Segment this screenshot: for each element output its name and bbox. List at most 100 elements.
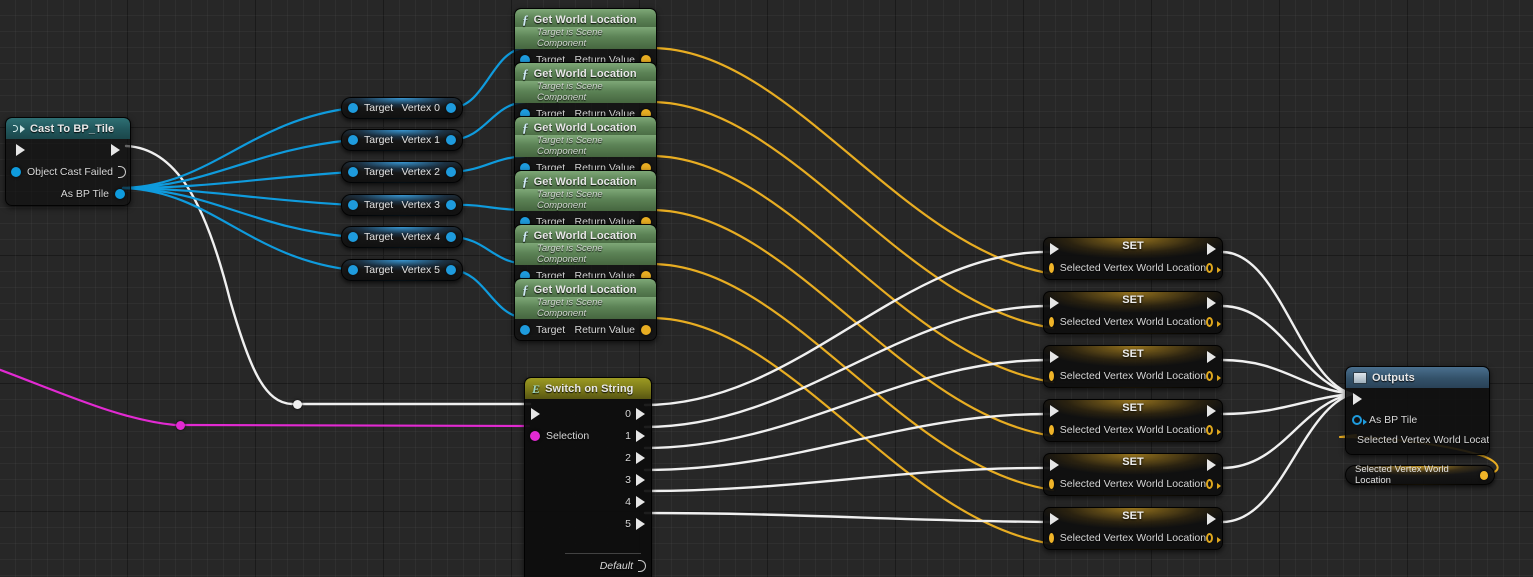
set-4-exec-in-pin[interactable] <box>1050 458 1059 471</box>
cast-exec-row <box>6 139 130 161</box>
set-1-exec-in-pin[interactable] <box>1050 296 1059 309</box>
node-set-1[interactable]: SET Selected Vertex World Location <box>1043 291 1223 334</box>
vertex-1-output-pin[interactable] <box>446 135 456 145</box>
outputs-selected-vertex-row: Selected Vertex World Location <box>1346 430 1489 454</box>
set-5-exec-in-pin[interactable] <box>1050 512 1059 525</box>
set-1-value-in-pin[interactable] <box>1049 317 1054 327</box>
vertex-3-target-pin[interactable] <box>348 200 358 210</box>
cast-failed-exec-pin[interactable] <box>118 166 126 178</box>
vertex-0-target-pin[interactable] <box>348 103 358 113</box>
outputs-exec-in-pin[interactable] <box>1353 393 1362 405</box>
reroute-node-string[interactable] <box>176 421 185 430</box>
node-cast-to-bp-tile[interactable]: Cast To BP_Tile Object Cast Failed As BP… <box>5 117 131 206</box>
set-2-value-in-pin[interactable] <box>1049 371 1054 381</box>
cast-output-row: As BP Tile <box>6 183 130 205</box>
switch-case-0-pin[interactable] <box>636 408 645 420</box>
vertex-5-output-pin[interactable] <box>446 265 456 275</box>
gwl-0-title: Get World Location <box>533 13 637 26</box>
set-0-exec-out-pin[interactable] <box>1207 242 1216 255</box>
switch-case-3-pin[interactable] <box>636 474 645 486</box>
function-icon: ƒ <box>522 174 529 189</box>
exec-out-icon[interactable] <box>111 144 120 156</box>
node-set-0[interactable]: SET Selected Vertex World Location <box>1043 237 1223 280</box>
node-vertex-0[interactable]: Target Vertex 0 <box>341 97 463 119</box>
switch-case-2-label: 2 <box>625 452 631 464</box>
switch-icon: Ε <box>532 381 541 396</box>
blueprint-graph-canvas[interactable]: Cast To BP_Tile Object Cast Failed As BP… <box>0 0 1533 577</box>
node-set-4[interactable]: SET Selected Vertex World Location <box>1043 453 1223 496</box>
vertex-0-output-label: Vertex 0 <box>401 102 440 114</box>
set-1-exec-out-pin[interactable] <box>1207 296 1216 309</box>
set-4-value-row: Selected Vertex World Location <box>1044 473 1222 495</box>
set-3-value-out-pin[interactable] <box>1206 425 1221 435</box>
switch-default-pin[interactable] <box>638 560 646 572</box>
exec-in-icon[interactable] <box>16 144 25 156</box>
set-3-value-in-pin[interactable] <box>1049 425 1054 435</box>
switch-case-1-pin[interactable] <box>636 430 645 442</box>
set-2-value-out-pin[interactable] <box>1206 371 1221 381</box>
switch-default-row: Default <box>525 556 651 576</box>
node-variable-get-selected-vertex-world-location[interactable]: Selected Vertex World Location <box>1345 464 1495 486</box>
set-4-exec-out-pin[interactable] <box>1207 458 1216 471</box>
node-vertex-2[interactable]: Target Vertex 2 <box>341 161 463 183</box>
set-5-exec-out-pin[interactable] <box>1207 512 1216 525</box>
gwl-1-title: Get World Location <box>533 67 637 80</box>
node-set-5[interactable]: SET Selected Vertex World Location <box>1043 507 1223 550</box>
set-4-value-out-pin[interactable] <box>1206 479 1221 489</box>
switch-case-4-pin[interactable] <box>636 496 645 508</box>
set-0-value-in-pin[interactable] <box>1049 263 1054 273</box>
set-0-exec-in-pin[interactable] <box>1050 242 1059 255</box>
vertex-4-target-pin[interactable] <box>348 232 358 242</box>
set-5-value-out-pin[interactable] <box>1206 533 1221 543</box>
cast-failed-label: Cast Failed <box>59 166 113 178</box>
node-set-3[interactable]: SET Selected Vertex World Location <box>1043 399 1223 442</box>
switch-case-5-label: 5 <box>625 518 631 530</box>
node-vertex-1[interactable]: Target Vertex 1 <box>341 129 463 151</box>
node-vertex-5[interactable]: Target Vertex 5 <box>341 259 463 281</box>
node-vertex-4[interactable]: Target Vertex 4 <box>341 226 463 248</box>
switch-case-2-pin[interactable] <box>636 452 645 464</box>
as-bp-tile-output-pin[interactable] <box>115 189 125 199</box>
gwl-4-subtitle: Target is Scene Component <box>515 243 656 265</box>
gwl-5-pin-row: Target Return Value <box>515 319 656 340</box>
set-4-value-in-pin[interactable] <box>1049 479 1054 489</box>
set-0-value-row: Selected Vertex World Location <box>1044 257 1222 279</box>
selection-input-pin[interactable] <box>530 431 540 441</box>
gwl-5-return-pin[interactable] <box>641 324 651 335</box>
set-3-exec-out-pin[interactable] <box>1207 404 1216 417</box>
outputs-selected-vertex-label: Selected Vertex World Location <box>1357 434 1490 446</box>
variable-get-output-pin[interactable] <box>1479 470 1488 480</box>
vertex-1-target-pin[interactable] <box>348 135 358 145</box>
set-5-variable-label: Selected Vertex World Location <box>1059 532 1207 544</box>
set-2-exec-out-pin[interactable] <box>1207 350 1216 363</box>
switch-case-4-label: 4 <box>625 496 631 508</box>
set-5-value-in-pin[interactable] <box>1049 533 1054 543</box>
object-input-pin[interactable] <box>11 167 21 177</box>
node-outputs[interactable]: Outputs As BP Tile Selected Vertex World… <box>1345 366 1490 455</box>
vertex-4-output-pin[interactable] <box>446 232 456 242</box>
vertex-3-output-pin[interactable] <box>446 200 456 210</box>
node-set-2[interactable]: SET Selected Vertex World Location <box>1043 345 1223 388</box>
node-vertex-3[interactable]: Target Vertex 3 <box>341 194 463 216</box>
set-4-exec-row <box>1044 456 1222 473</box>
outputs-as-bp-tile-pin[interactable] <box>1352 415 1367 425</box>
vertex-0-output-pin[interactable] <box>446 103 456 113</box>
switch-case-2-row: 2 <box>525 447 651 469</box>
set-1-variable-label: Selected Vertex World Location <box>1059 316 1207 328</box>
node-get-world-location-5[interactable]: ƒ Get World Location Target is Scene Com… <box>514 278 657 341</box>
set-0-value-out-pin[interactable] <box>1206 263 1221 273</box>
vertex-2-target-pin[interactable] <box>348 167 358 177</box>
function-icon: ƒ <box>522 282 529 297</box>
node-switch-on-string[interactable]: Ε Switch on String 0 Selection 1 2 3 4 5… <box>524 377 652 577</box>
outputs-as-bp-tile-row: As BP Tile <box>1346 410 1489 430</box>
set-1-value-out-pin[interactable] <box>1206 317 1221 327</box>
set-3-exec-in-pin[interactable] <box>1050 404 1059 417</box>
reroute-node-exec[interactable] <box>293 400 302 409</box>
vertex-5-target-pin[interactable] <box>348 265 358 275</box>
gwl-5-target-pin[interactable] <box>520 324 530 335</box>
switch-exec-in-pin[interactable] <box>531 408 540 420</box>
switch-case-5-pin[interactable] <box>636 518 645 530</box>
gwl-2-title: Get World Location <box>533 121 637 134</box>
vertex-2-output-pin[interactable] <box>446 167 456 177</box>
set-2-exec-in-pin[interactable] <box>1050 350 1059 363</box>
